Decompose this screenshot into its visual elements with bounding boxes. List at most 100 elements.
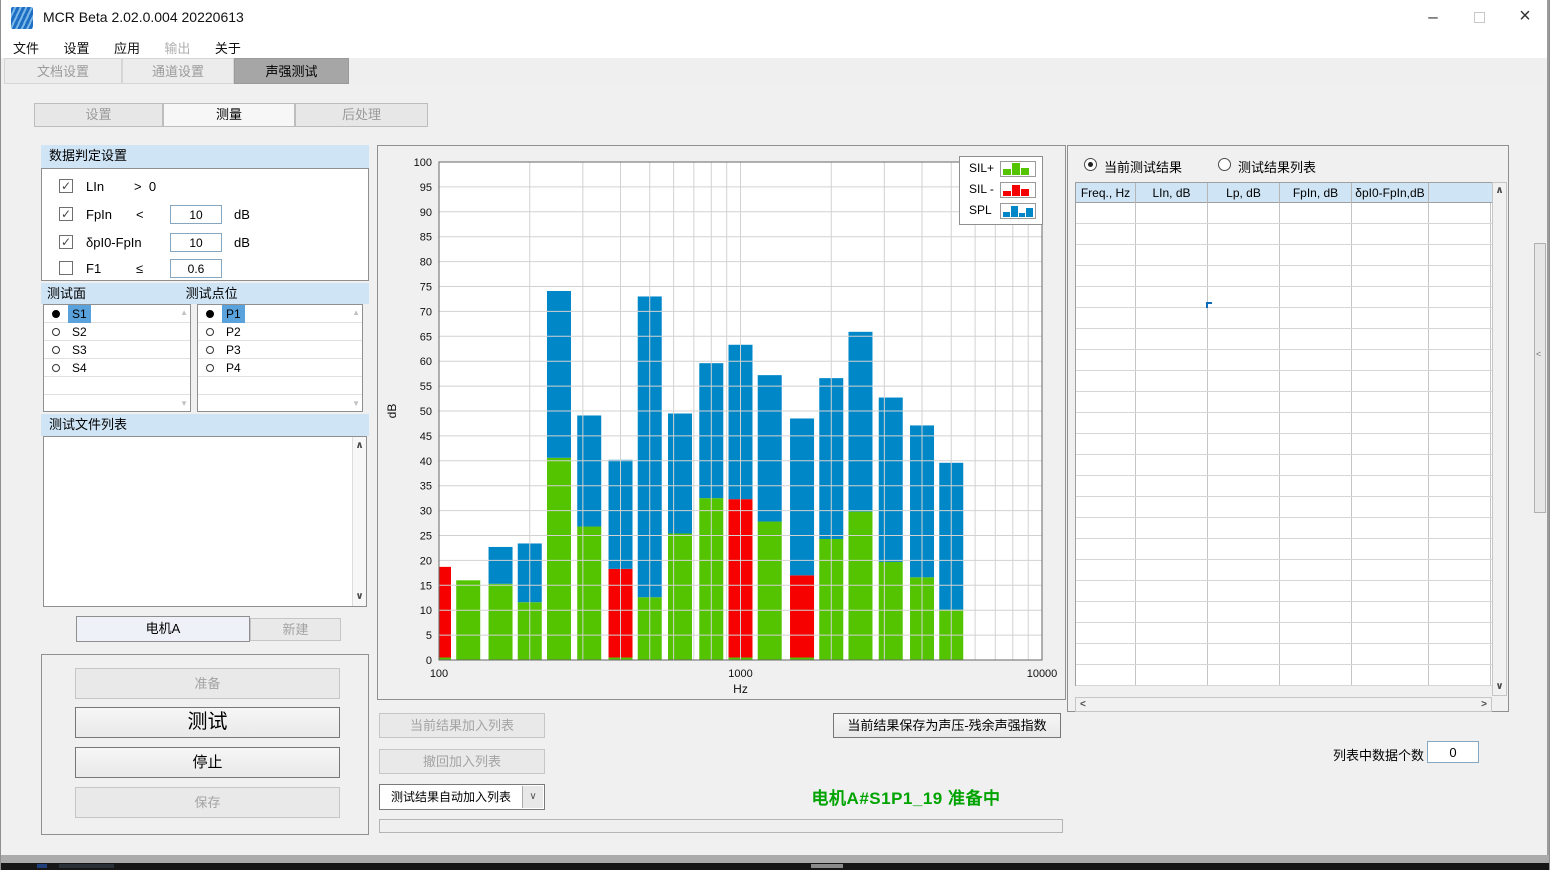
table-cell xyxy=(1429,203,1491,224)
table-row[interactable] xyxy=(1076,644,1492,665)
table-row[interactable] xyxy=(1076,560,1492,581)
table-row[interactable] xyxy=(1076,413,1492,434)
table-row[interactable] xyxy=(1076,371,1492,392)
checkbox-lin[interactable]: ✓ xyxy=(59,179,73,193)
list-item-s3[interactable]: S3 xyxy=(44,341,190,359)
table-cell xyxy=(1280,539,1352,560)
menu-file[interactable]: 文件 xyxy=(3,35,49,60)
table-vscrollbar[interactable]: ∧ ∨ xyxy=(1492,182,1507,696)
scroll-up-icon[interactable]: ▲ xyxy=(352,308,360,317)
scroll-right-icon[interactable]: > xyxy=(1481,699,1487,711)
undo-add-button[interactable]: 撤回加入列表 xyxy=(379,749,545,774)
scroll-down-icon[interactable]: ∨ xyxy=(353,591,366,603)
table-row[interactable] xyxy=(1076,497,1492,518)
f1-threshold-input[interactable] xyxy=(170,259,222,278)
table-row[interactable] xyxy=(1076,623,1492,644)
table-cell xyxy=(1136,308,1208,329)
table-row[interactable] xyxy=(1076,455,1492,476)
table-row[interactable] xyxy=(1076,224,1492,245)
table-row[interactable] xyxy=(1076,539,1492,560)
checkbox-dpio-fpin[interactable]: ✓ xyxy=(59,235,73,249)
scroll-left-icon[interactable]: < xyxy=(1080,699,1086,711)
save-as-pressure-index-button[interactable]: 当前结果保存为声压-残余声强指数 xyxy=(833,713,1061,738)
tab-document-settings[interactable]: 文档设置 xyxy=(4,58,122,84)
checkbox-f1[interactable] xyxy=(59,261,73,275)
radio-current-result[interactable] xyxy=(1084,158,1097,171)
list-item-p2[interactable]: P2 xyxy=(198,323,362,341)
prepare-button[interactable]: 准备 xyxy=(75,668,340,699)
stop-button[interactable]: 停止 xyxy=(75,747,340,778)
col-lin[interactable]: LIn, dB xyxy=(1136,183,1208,204)
menu-about[interactable]: 关于 xyxy=(205,35,251,60)
table-hscrollbar[interactable]: < > xyxy=(1075,697,1492,712)
menu-settings[interactable]: 设置 xyxy=(53,35,99,60)
new-project-button[interactable]: 新建 xyxy=(250,618,341,641)
list-item-s1[interactable]: S1 xyxy=(44,305,190,323)
table-row[interactable] xyxy=(1076,203,1492,224)
list-item-s4[interactable]: S4 xyxy=(44,359,190,377)
project-tab-motor-a[interactable]: 电机A xyxy=(76,616,250,642)
svg-text:85: 85 xyxy=(420,232,432,244)
table-row[interactable] xyxy=(1076,581,1492,602)
table-row[interactable] xyxy=(1076,308,1492,329)
table-cell xyxy=(1076,350,1136,371)
col-dpio-fpin[interactable]: δpI0-FpIn,dB xyxy=(1352,183,1429,204)
chevron-down-icon[interactable]: ∨ xyxy=(522,786,543,808)
table-cell xyxy=(1208,329,1280,350)
panel-collapse-handle[interactable]: < xyxy=(1534,243,1546,513)
fpin-threshold-input[interactable] xyxy=(170,205,222,224)
test-button[interactable]: 测试 xyxy=(75,707,340,738)
add-current-result-button[interactable]: 当前结果加入列表 xyxy=(379,713,545,738)
scroll-down-icon[interactable]: ∨ xyxy=(1493,681,1506,693)
subtab-postprocess[interactable]: 后处理 xyxy=(295,103,428,127)
close-button[interactable]: × xyxy=(1502,0,1548,35)
window-title: MCR Beta 2.02.0.004 20220613 xyxy=(43,0,244,35)
list-count-input[interactable] xyxy=(1427,741,1479,763)
table-row[interactable] xyxy=(1076,287,1492,308)
table-cell xyxy=(1429,665,1491,686)
scroll-up-icon[interactable]: ▲ xyxy=(180,308,188,317)
list-item-p3[interactable]: P3 xyxy=(198,341,362,359)
list-item-p1[interactable]: P1 xyxy=(198,305,362,323)
list-item-s2[interactable]: S2 xyxy=(44,323,190,341)
col-fpin[interactable]: FpIn, dB xyxy=(1280,183,1352,204)
file-list-scrollbar[interactable]: ∧ ∨ xyxy=(352,437,366,606)
test-file-list[interactable]: ∧ ∨ xyxy=(43,436,367,607)
col-lp[interactable]: Lp, dB xyxy=(1208,183,1280,204)
app-logo-icon xyxy=(11,7,33,29)
table-row[interactable] xyxy=(1076,266,1492,287)
checkbox-fpin[interactable]: ✓ xyxy=(59,207,73,221)
dpio-threshold-input[interactable] xyxy=(170,233,222,252)
table-cell xyxy=(1136,371,1208,392)
table-cell xyxy=(1429,266,1491,287)
scroll-down-icon[interactable]: ▼ xyxy=(180,399,188,408)
svg-text:90: 90 xyxy=(420,207,432,219)
scroll-up-icon[interactable]: ∧ xyxy=(353,440,366,452)
minimize-button[interactable]: – xyxy=(1410,0,1456,35)
menu-apply[interactable]: 应用 xyxy=(104,35,150,60)
table-row[interactable] xyxy=(1076,518,1492,539)
auto-add-dropdown[interactable]: 测试结果自动加入列表 ∨ xyxy=(379,784,545,810)
radio-result-list[interactable] xyxy=(1218,158,1231,171)
table-cell xyxy=(1076,245,1136,266)
subtab-setup[interactable]: 设置 xyxy=(34,103,163,127)
scroll-down-icon[interactable]: ▼ xyxy=(352,399,360,408)
tab-sound-intensity-test[interactable]: 声强测试 xyxy=(234,58,349,84)
table-row[interactable] xyxy=(1076,476,1492,497)
table-row[interactable] xyxy=(1076,434,1492,455)
save-button[interactable]: 保存 xyxy=(75,787,340,818)
table-row[interactable] xyxy=(1076,350,1492,371)
table-cell xyxy=(1352,665,1429,686)
table-row[interactable] xyxy=(1076,392,1492,413)
judge-settings-box: ✓ LIn > 0 ✓ FpIn < dB ✓ δpI0-FpIn > dB F… xyxy=(41,168,369,281)
tab-channel-settings[interactable]: 通道设置 xyxy=(122,58,234,84)
col-freq[interactable]: Freq., Hz xyxy=(1076,183,1136,204)
table-row[interactable] xyxy=(1076,602,1492,623)
table-row[interactable] xyxy=(1076,245,1492,266)
table-row[interactable] xyxy=(1076,665,1492,686)
table-row[interactable] xyxy=(1076,329,1492,350)
maximize-button[interactable] xyxy=(1456,0,1502,35)
scroll-up-icon[interactable]: ∧ xyxy=(1493,185,1506,197)
subtab-measure[interactable]: 测量 xyxy=(163,103,295,127)
list-item-p4[interactable]: P4 xyxy=(198,359,362,377)
